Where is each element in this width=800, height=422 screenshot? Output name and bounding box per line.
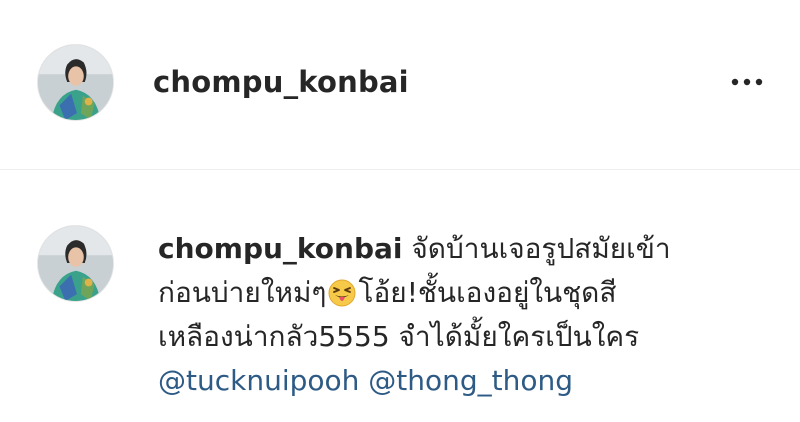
mention-link-tucknuipooh[interactable]: @tucknuipooh bbox=[158, 364, 359, 397]
more-options-button[interactable] bbox=[728, 70, 768, 94]
more-options-icon bbox=[731, 78, 763, 86]
caption-text-part-3: โอ้ย!ชั้นเองอยู่ในชุดสี bbox=[358, 276, 617, 309]
caption-line-1: chompu_konbai จัดบ้านเจอรูปสมัยเข้า bbox=[158, 227, 778, 271]
caption-line-4: @tucknuipooh @thong_thong bbox=[158, 359, 778, 403]
post-header: chompu_konbai bbox=[0, 0, 800, 170]
comment-avatar[interactable] bbox=[37, 225, 114, 302]
caption-text-part-1: จัดบ้านเจอรูปสมัยเข้า bbox=[402, 232, 671, 265]
caption-text: chompu_konbai จัดบ้านเจอรูปสมัยเข้า ก่อน… bbox=[158, 227, 778, 403]
caption-text-part-4: เหลืองน่ากลัว5555 จำได้มั้ยใครเป็นใคร bbox=[158, 320, 640, 353]
header-username[interactable]: chompu_konbai bbox=[153, 62, 409, 102]
caption-text-part-2: ก่อนบ่ายใหม่ๆ bbox=[158, 276, 327, 309]
profile-photo-icon bbox=[38, 45, 113, 120]
profile-avatar[interactable] bbox=[37, 44, 114, 121]
mention-link-thong-thong[interactable]: @thong_thong bbox=[368, 364, 573, 397]
squinting-face-with-tongue-emoji-icon bbox=[328, 279, 356, 307]
caption-line-3: เหลืองน่ากลัว5555 จำได้มั้ยใครเป็นใคร bbox=[158, 315, 778, 359]
caption-username[interactable]: chompu_konbai bbox=[158, 232, 403, 265]
profile-photo-icon bbox=[38, 226, 113, 301]
header-divider bbox=[0, 169, 800, 170]
caption-line-2: ก่อนบ่ายใหม่ๆ โอ้ย!ชั้นเองอยู่ในชุดสี bbox=[158, 271, 778, 315]
